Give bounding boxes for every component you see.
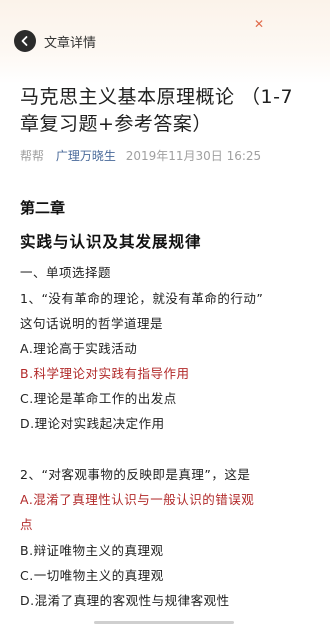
question-1-option-a: A.理论高于实践活动 — [20, 341, 138, 356]
section-heading: 一、单项选择题 — [20, 265, 112, 280]
question-2-option-b: B.辩证唯物主义的真理观 — [20, 543, 164, 558]
chevron-left-icon — [21, 36, 28, 46]
top-bar: 文章详情 ✕ — [0, 0, 330, 84]
nav-title: 文章详情 — [44, 36, 97, 51]
article-author[interactable]: 广理万晓生 — [56, 149, 116, 163]
home-indicator[interactable] — [94, 621, 234, 624]
article-title-line-1: 马克思主义基本原理概论 （1-7 — [20, 86, 294, 108]
question-1-line-2: 这句话说明的哲学道理是 — [20, 316, 164, 331]
article-meta: 帮帮 广理万晓生 2019年11月30日 16:25 — [20, 147, 261, 164]
article-title: 马克思主义基本原理概论 （1-7 章复习题+参考答案） — [20, 84, 310, 138]
question-2-option-a-line-2: 点 — [20, 517, 34, 532]
back-button[interactable] — [14, 30, 36, 52]
sparkle-icon: ✕ — [254, 17, 265, 31]
question-1-option-d: D.理论对实践起决定作用 — [20, 416, 165, 431]
question-2-option-d: D.混淆了真理的客观性与规律客观性 — [20, 593, 230, 608]
question-2-line-1: 2、“对客观事物的反映即是真理”，这是 — [20, 467, 251, 482]
question-1-line-1: 1、“没有革命的理论，就没有革命的行动” — [20, 291, 264, 306]
article-date: 2019年11月30日 16:25 — [125, 149, 262, 163]
question-1-option-b: B.科学理论对实践有指导作用 — [20, 366, 190, 381]
chapter-title: 实践与认识及其发展规律 — [20, 233, 202, 251]
question-2-option-a-line-1: A.混淆了真理性认识与一般认识的错误观 — [20, 492, 255, 507]
chapter-heading: 第二章 — [20, 199, 66, 217]
article-title-line-2: 章复习题+参考答案） — [20, 113, 212, 135]
article-source[interactable]: 帮帮 — [20, 149, 44, 163]
question-2-option-c: C.一切唯物主义的真理观 — [20, 568, 164, 583]
question-1-option-c: C.理论是革命工作的出发点 — [20, 391, 177, 406]
